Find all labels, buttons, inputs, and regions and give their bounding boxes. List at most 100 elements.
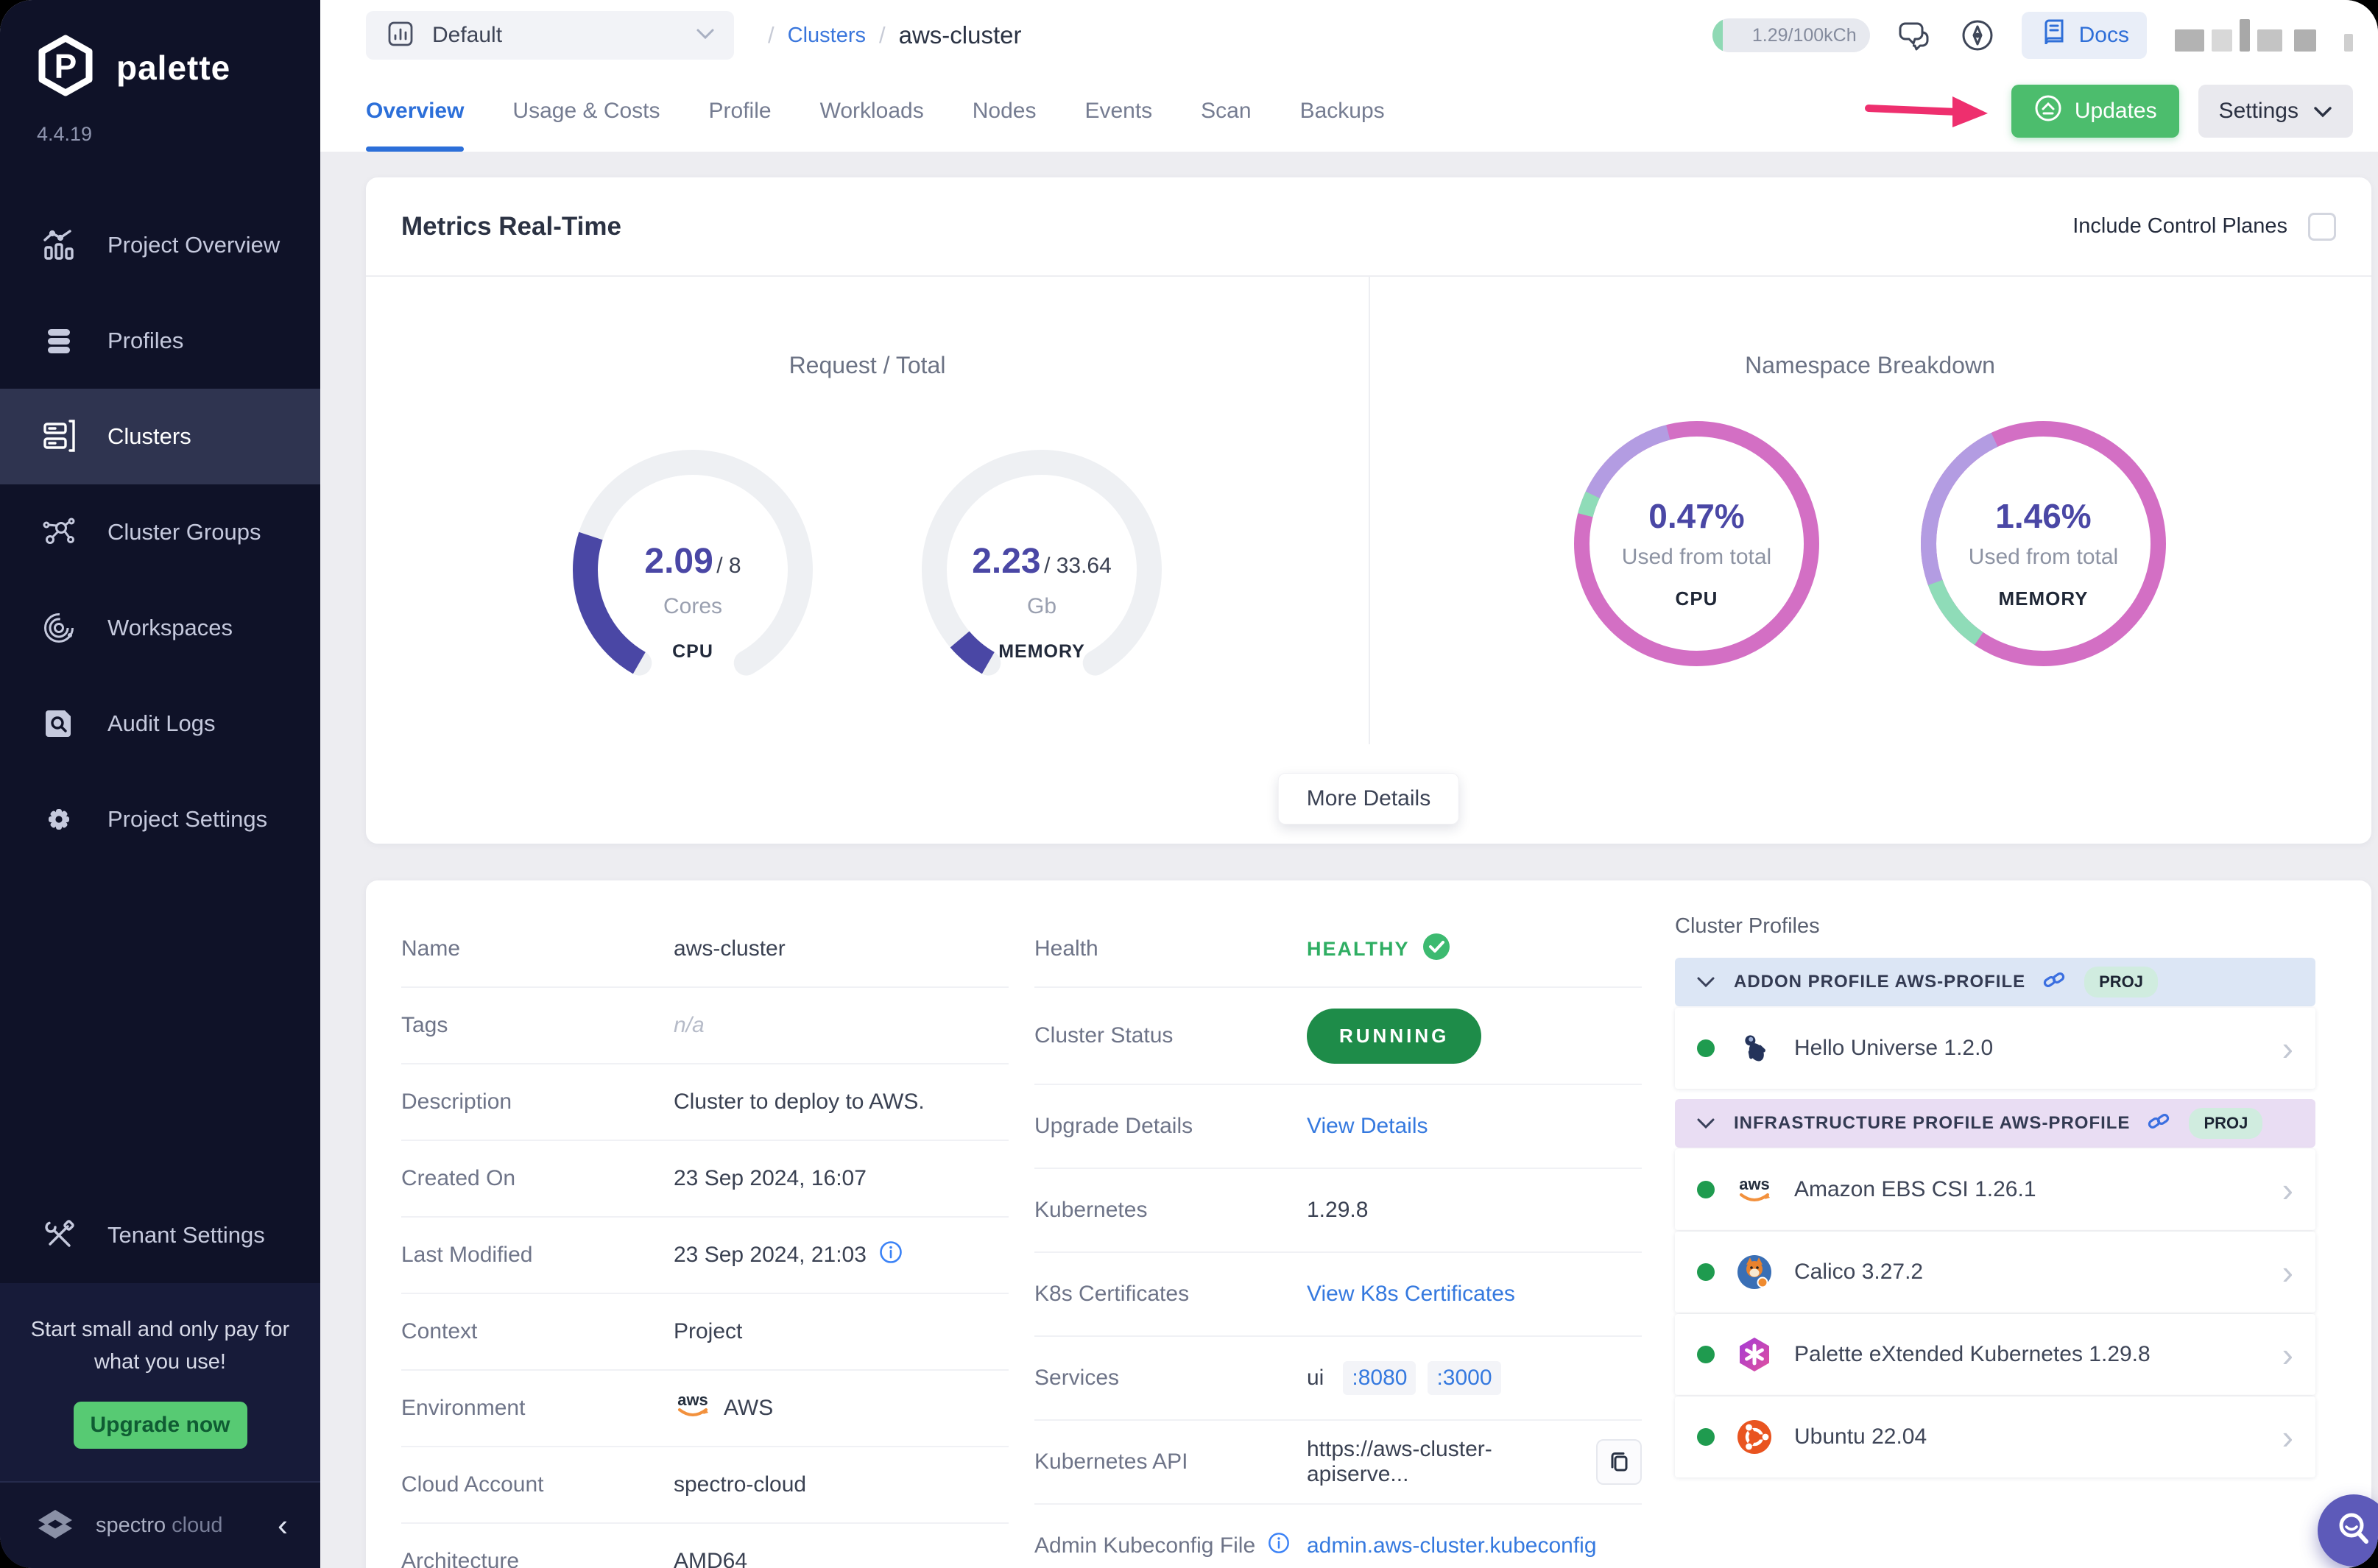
compass-icon[interactable]: [1958, 16, 1997, 54]
chat-icon[interactable]: [1895, 16, 1933, 54]
palette-logo-icon: P: [34, 34, 97, 101]
orbit-icon: [38, 610, 80, 646]
profile-item-ubuntu[interactable]: Ubuntu 22.04 ›: [1675, 1396, 2315, 1477]
row-label: Name: [401, 936, 461, 961]
updates-label: Updates: [2074, 99, 2157, 123]
tab-usage-costs[interactable]: Usage & Costs: [512, 71, 660, 152]
tab-profile[interactable]: Profile: [709, 71, 772, 152]
cluster-profiles-title: Cluster Profiles: [1675, 914, 1820, 938]
cpu-gauge: 2.09 / 8 Cores CPU: [571, 448, 814, 691]
settings-button[interactable]: Settings: [2198, 85, 2353, 138]
cluster-info-column: Name aws-cluster Tags n/a Description Cl…: [401, 911, 1009, 1568]
status-dot: [1697, 1346, 1715, 1363]
chevron-right-icon: ›: [2282, 1029, 2293, 1067]
tab-nodes[interactable]: Nodes: [973, 71, 1037, 152]
chevron-right-icon: ›: [2282, 1170, 2293, 1209]
docs-button[interactable]: Docs: [2021, 12, 2147, 59]
top-bar: Default / Clusters / aws-cluster 1.29/10…: [320, 0, 2378, 71]
row-label: Environment: [401, 1396, 526, 1420]
cpu-request-value: 2.09: [644, 542, 713, 581]
detail-row-tags: Tags n/a: [401, 988, 1009, 1064]
memory-total-value: / 33.64: [1044, 554, 1112, 578]
tab-workloads[interactable]: Workloads: [820, 71, 924, 152]
tab-scan[interactable]: Scan: [1201, 71, 1251, 152]
sidebar-item-workspaces[interactable]: Workspaces: [0, 580, 320, 676]
view-details-link[interactable]: View Details: [1307, 1114, 1428, 1139]
row-label: Kubernetes API: [1034, 1449, 1188, 1474]
view-k8s-certificates-link[interactable]: View K8s Certificates: [1307, 1282, 1515, 1307]
pxk-logo: [1735, 1335, 1774, 1374]
profile-item-palette-extended-kubernetes[interactable]: Palette eXtended Kubernetes 1.29.8 ›: [1675, 1314, 2315, 1395]
profile-item-amazon-ebs-csi[interactable]: aws Amazon EBS CSI 1.26.1 ›: [1675, 1149, 2315, 1230]
chevron-right-icon: ›: [2282, 1335, 2293, 1374]
breadcrumb-clusters-link[interactable]: Clusters: [788, 24, 866, 48]
book-icon: [2039, 18, 2069, 53]
sidebar-item-profiles[interactable]: Profiles: [0, 293, 320, 389]
service-port-link[interactable]: :3000: [1428, 1361, 1501, 1395]
status-badge: RUNNING: [1307, 1008, 1482, 1064]
footer-brand: spectro cloud: [96, 1514, 223, 1538]
include-control-planes-checkbox[interactable]: [2308, 212, 2336, 241]
audit-search-icon: [38, 707, 80, 741]
addon-profile-header[interactable]: ADDON PROFILE AWS-PROFILE PROJ: [1675, 958, 2315, 1006]
row-label: Architecture: [401, 1549, 520, 1568]
tab-backups[interactable]: Backups: [1300, 71, 1385, 152]
kubeconfig-link[interactable]: admin.aws-cluster.kubeconfig: [1307, 1533, 1597, 1558]
row-label: K8s Certificates: [1034, 1282, 1190, 1306]
sidebar-item-project-overview[interactable]: Project Overview: [0, 197, 320, 293]
status-dot: [1697, 1181, 1715, 1198]
more-details-button[interactable]: More Details: [1277, 773, 1460, 824]
sidebar-item-cluster-groups[interactable]: Cluster Groups: [0, 484, 320, 580]
detail-row-environment: Environment aws AWS: [401, 1371, 1009, 1447]
request-total-panel: Request / Total 2.09 / 8 Cores CPU 2.23 …: [366, 277, 1369, 844]
upgrade-promo: Start small and only pay for what you us…: [0, 1283, 320, 1481]
sidebar-item-project-settings[interactable]: Project Settings: [0, 771, 320, 867]
project-selector-value: Default: [432, 23, 503, 47]
tab-overview[interactable]: Overview: [366, 71, 465, 152]
profile-item-hello-universe[interactable]: Hello Universe 1.2.0 ›: [1675, 1008, 2315, 1089]
footer-brand-secondary: cloud: [172, 1513, 223, 1537]
row-label: Context: [401, 1319, 478, 1343]
namespace-memory-caption: Used from total: [1968, 545, 2119, 569]
row-value: Project: [674, 1319, 743, 1343]
namespace-cpu-donut: 0.47% Used from total CPU: [1570, 417, 1824, 671]
detail-row-cluster-status: Cluster Status RUNNING: [1034, 988, 1642, 1085]
sidebar-item-tenant-settings[interactable]: Tenant Settings: [0, 1187, 320, 1283]
detail-row-description: Description Cluster to deploy to AWS.: [401, 1064, 1009, 1141]
row-value: AWS: [724, 1396, 774, 1420]
detail-row-kubernetes: Kubernetes 1.29.8: [1034, 1169, 1642, 1253]
sidebar-nav: Project Overview Profiles Clusters Clust…: [0, 197, 320, 867]
sidebar-item-clusters[interactable]: Clusters: [0, 389, 320, 484]
service-port-link[interactable]: :8080: [1343, 1361, 1416, 1395]
detail-row-services: Services ui :8080 :3000: [1034, 1337, 1642, 1421]
chevron-down-icon: [2313, 99, 2332, 124]
sidebar-collapse-chevron[interactable]: ‹: [278, 1510, 288, 1541]
cluster-profiles-panel: Cluster Profiles ADDON PROFILE AWS-PROFI…: [1675, 911, 2315, 1568]
info-icon[interactable]: [878, 1240, 903, 1271]
service-name: ui: [1307, 1366, 1324, 1390]
include-control-planes-label: Include Control Planes: [2072, 214, 2287, 238]
sidebar-footer: spectro cloud ‹: [0, 1481, 320, 1568]
info-icon[interactable]: [1267, 1531, 1291, 1561]
app-window: P palette 4.4.19 Project Overview Profil…: [0, 0, 2378, 1568]
profile-item-calico[interactable]: Calico 3.27.2 ›: [1675, 1232, 2315, 1313]
upgrade-now-button[interactable]: Upgrade now: [73, 1402, 247, 1449]
tab-events[interactable]: Events: [1084, 71, 1152, 152]
breadcrumb: / Clusters / aws-cluster: [768, 21, 1021, 49]
namespace-title: Namespace Breakdown: [1745, 352, 1995, 378]
footer-brand-primary: spectro: [96, 1513, 166, 1537]
check-circle-icon: [1422, 932, 1451, 967]
svg-text:aws: aws: [677, 1391, 708, 1409]
namespace-cpu-label: CPU: [1675, 587, 1718, 610]
updates-button[interactable]: Updates: [2011, 85, 2179, 138]
copy-button[interactable]: [1596, 1439, 1642, 1485]
scope-badge: PROJ: [2189, 1108, 2263, 1139]
row-label: Tags: [401, 1013, 448, 1037]
infrastructure-profile-header[interactable]: INFRASTRUCTURE PROFILE AWS-PROFILE PROJ: [1675, 1099, 2315, 1148]
detail-row-upgrade-details: Upgrade Details View Details: [1034, 1085, 1642, 1169]
profile-item-name: Calico 3.27.2: [1794, 1260, 1924, 1284]
cluster-tabs-bar: Overview Usage & Costs Profile Workloads…: [320, 71, 2378, 152]
project-selector[interactable]: Default: [366, 11, 734, 60]
docs-label: Docs: [2078, 23, 2129, 47]
sidebar-item-audit-logs[interactable]: Audit Logs: [0, 676, 320, 771]
